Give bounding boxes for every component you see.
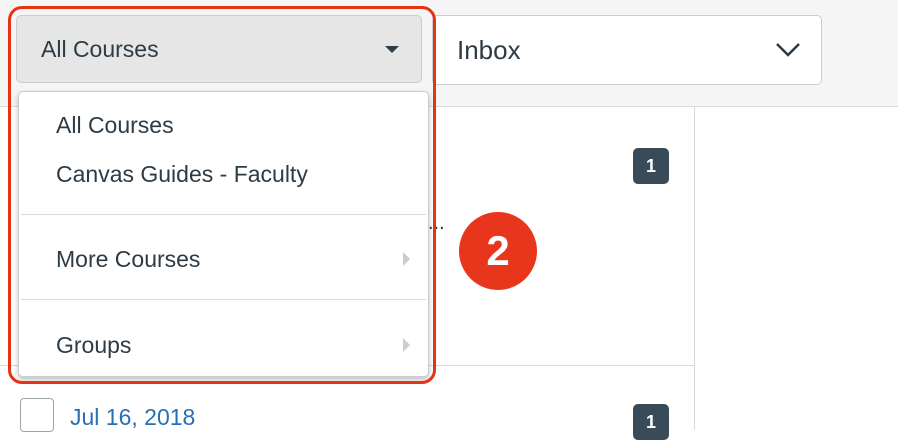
menu-item-label: More Courses <box>56 245 201 272</box>
chevron-down-icon <box>776 43 800 57</box>
caret-down-icon <box>385 45 399 53</box>
conversation-date-link[interactable]: Jul 16, 2018 <box>70 404 195 431</box>
course-filter-dropdown-menu: All Courses Canvas Guides - Faculty More… <box>18 91 429 377</box>
course-filter-select[interactable]: All Courses <box>16 15 422 83</box>
step-number-annotation: 2 <box>459 212 537 290</box>
menu-item-groups[interactable]: Groups <box>19 325 428 365</box>
course-filter-selected-label: All Courses <box>41 35 159 62</box>
mailbox-filter-selected-label: Inbox <box>457 34 521 65</box>
submenu-arrow-icon <box>403 338 410 352</box>
mailbox-filter-select[interactable]: Inbox <box>432 15 822 85</box>
menu-item-more-courses[interactable]: More Courses <box>19 239 428 279</box>
truncated-text-ellipsis: ... <box>428 212 445 234</box>
menu-item-label: Groups <box>56 331 132 358</box>
menu-divider <box>21 299 426 300</box>
unread-count-badge: 1 <box>633 148 669 184</box>
conversation-checkbox[interactable] <box>20 398 54 432</box>
menu-item-canvas-guides-faculty[interactable]: Canvas Guides - Faculty <box>19 154 428 194</box>
menu-item-label: Canvas Guides - Faculty <box>56 160 308 187</box>
menu-divider <box>21 214 426 215</box>
menu-item-all-courses[interactable]: All Courses <box>19 105 428 145</box>
unread-count-badge: 1 <box>633 404 669 440</box>
menu-item-label: All Courses <box>56 111 174 138</box>
submenu-arrow-icon <box>403 252 410 266</box>
